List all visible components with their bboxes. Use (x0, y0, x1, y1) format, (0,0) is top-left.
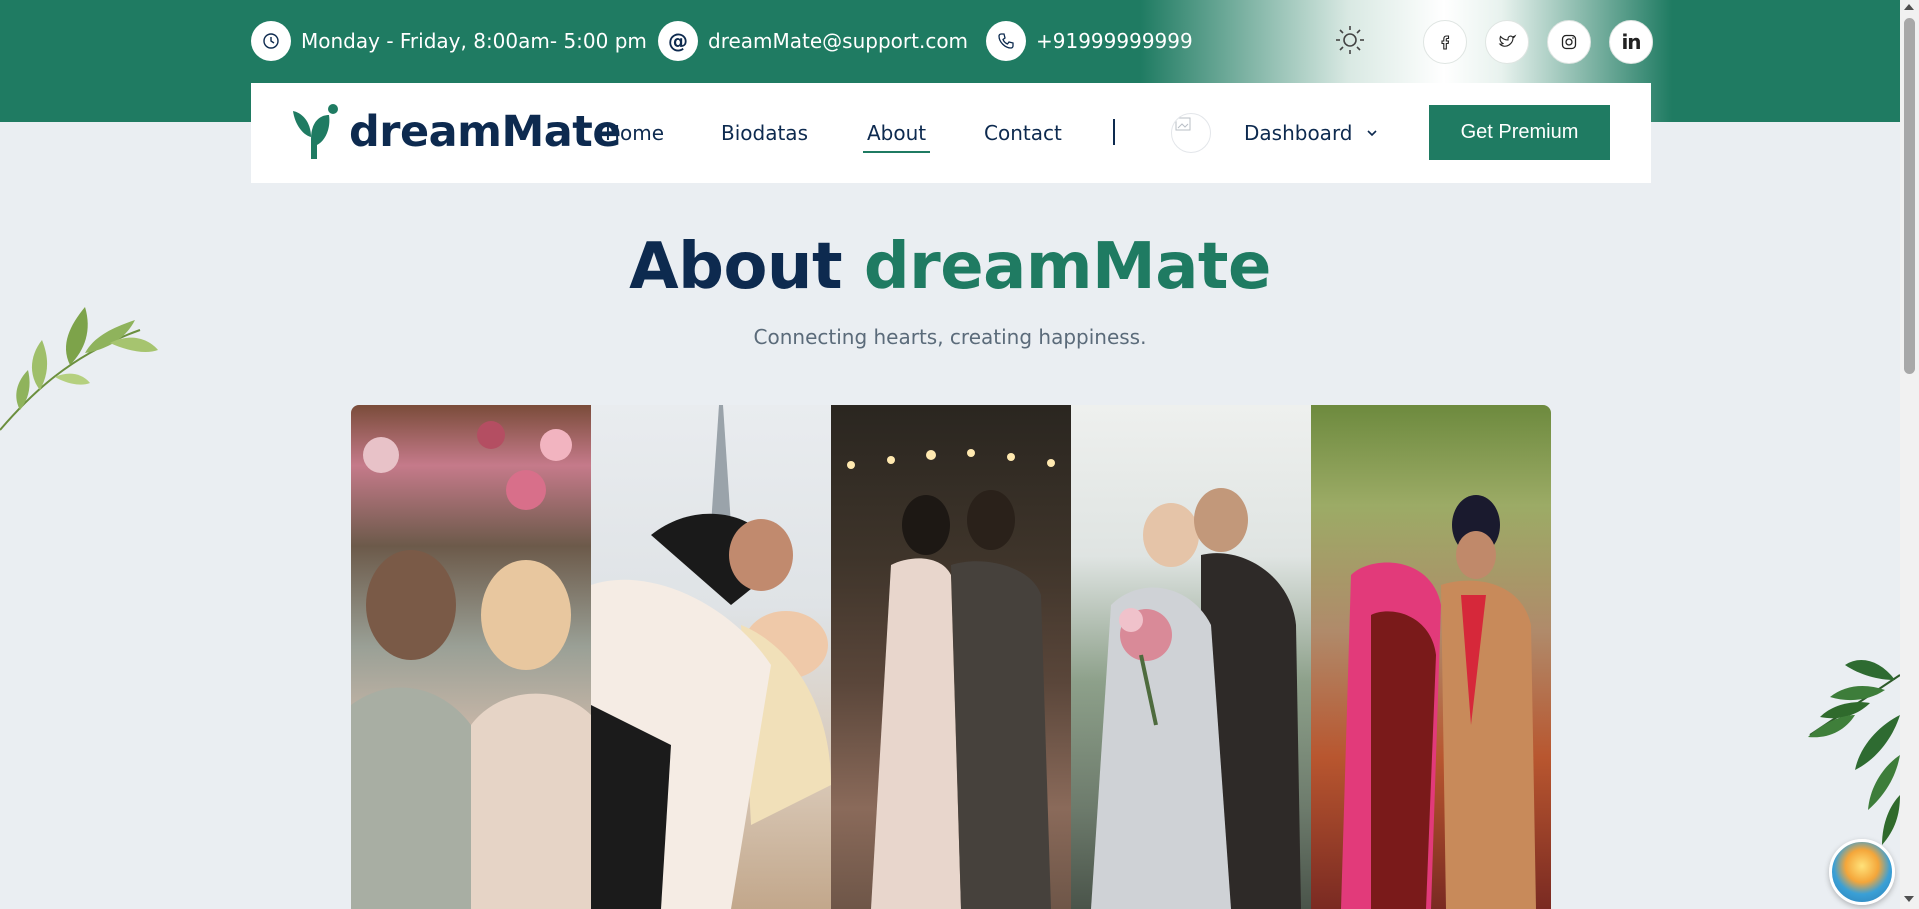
sun-icon[interactable] (1334, 24, 1366, 56)
couple-photo-5 (1311, 405, 1551, 909)
facebook-icon[interactable] (1423, 20, 1467, 64)
support-phone[interactable]: +91999999999 (986, 21, 1193, 61)
scroll-down-icon[interactable] (1904, 896, 1914, 902)
clock-icon (251, 21, 291, 61)
assistant-float-button[interactable] (1829, 839, 1895, 905)
page-title: About dreamMate (0, 230, 1900, 304)
nav-divider (1113, 119, 1115, 145)
nav-contact[interactable]: Contact (984, 121, 1062, 145)
logo[interactable]: dreamMate (289, 103, 622, 161)
phone-text[interactable]: +91999999999 (1036, 29, 1193, 53)
page-subtitle: Connecting hearts, creating happiness. (753, 325, 1147, 349)
instagram-icon[interactable] (1547, 20, 1591, 64)
hours-text: Monday - Friday, 8:00am- 5:00 pm (301, 29, 647, 53)
title-part-brand: dreamMate (863, 230, 1272, 304)
at-icon: @ (658, 21, 698, 61)
couples-gallery (351, 405, 1551, 909)
palm-leaf-right-decoration (1808, 660, 1900, 845)
dashboard-dropdown[interactable]: Dashboard (1244, 121, 1379, 145)
couple-photo-3 (831, 405, 1071, 909)
get-premium-button[interactable]: Get Premium (1429, 105, 1610, 160)
leaf-logo-icon (293, 104, 338, 159)
support-email[interactable]: @ dreamMate@support.com (658, 21, 968, 61)
nav-biodatas[interactable]: Biodatas (721, 121, 808, 145)
scrollbar-thumb[interactable] (1904, 18, 1915, 374)
chevron-down-icon (1366, 130, 1377, 137)
scroll-up-icon[interactable] (1904, 4, 1914, 10)
phone-icon (986, 21, 1026, 61)
couple-photo-4 (1071, 405, 1311, 909)
business-hours: Monday - Friday, 8:00am- 5:00 pm (251, 21, 647, 61)
linkedin-icon[interactable]: in (1609, 20, 1653, 64)
leaf-branch-left-decoration (0, 307, 158, 431)
email-text[interactable]: dreamMate@support.com (708, 29, 968, 53)
couple-photo-2 (591, 405, 831, 909)
avatar[interactable] (1171, 113, 1211, 153)
twitter-icon[interactable] (1485, 20, 1529, 64)
nav-home[interactable]: Home (605, 121, 664, 145)
dashboard-label: Dashboard (1244, 121, 1353, 145)
logo-text: dreamMate (349, 107, 622, 157)
title-part-about: About (629, 230, 843, 304)
couple-photo-1 (351, 405, 591, 909)
main-navbar: dreamMate Home Biodatas About Contact Da… (251, 83, 1651, 183)
nav-about[interactable]: About (862, 121, 931, 153)
